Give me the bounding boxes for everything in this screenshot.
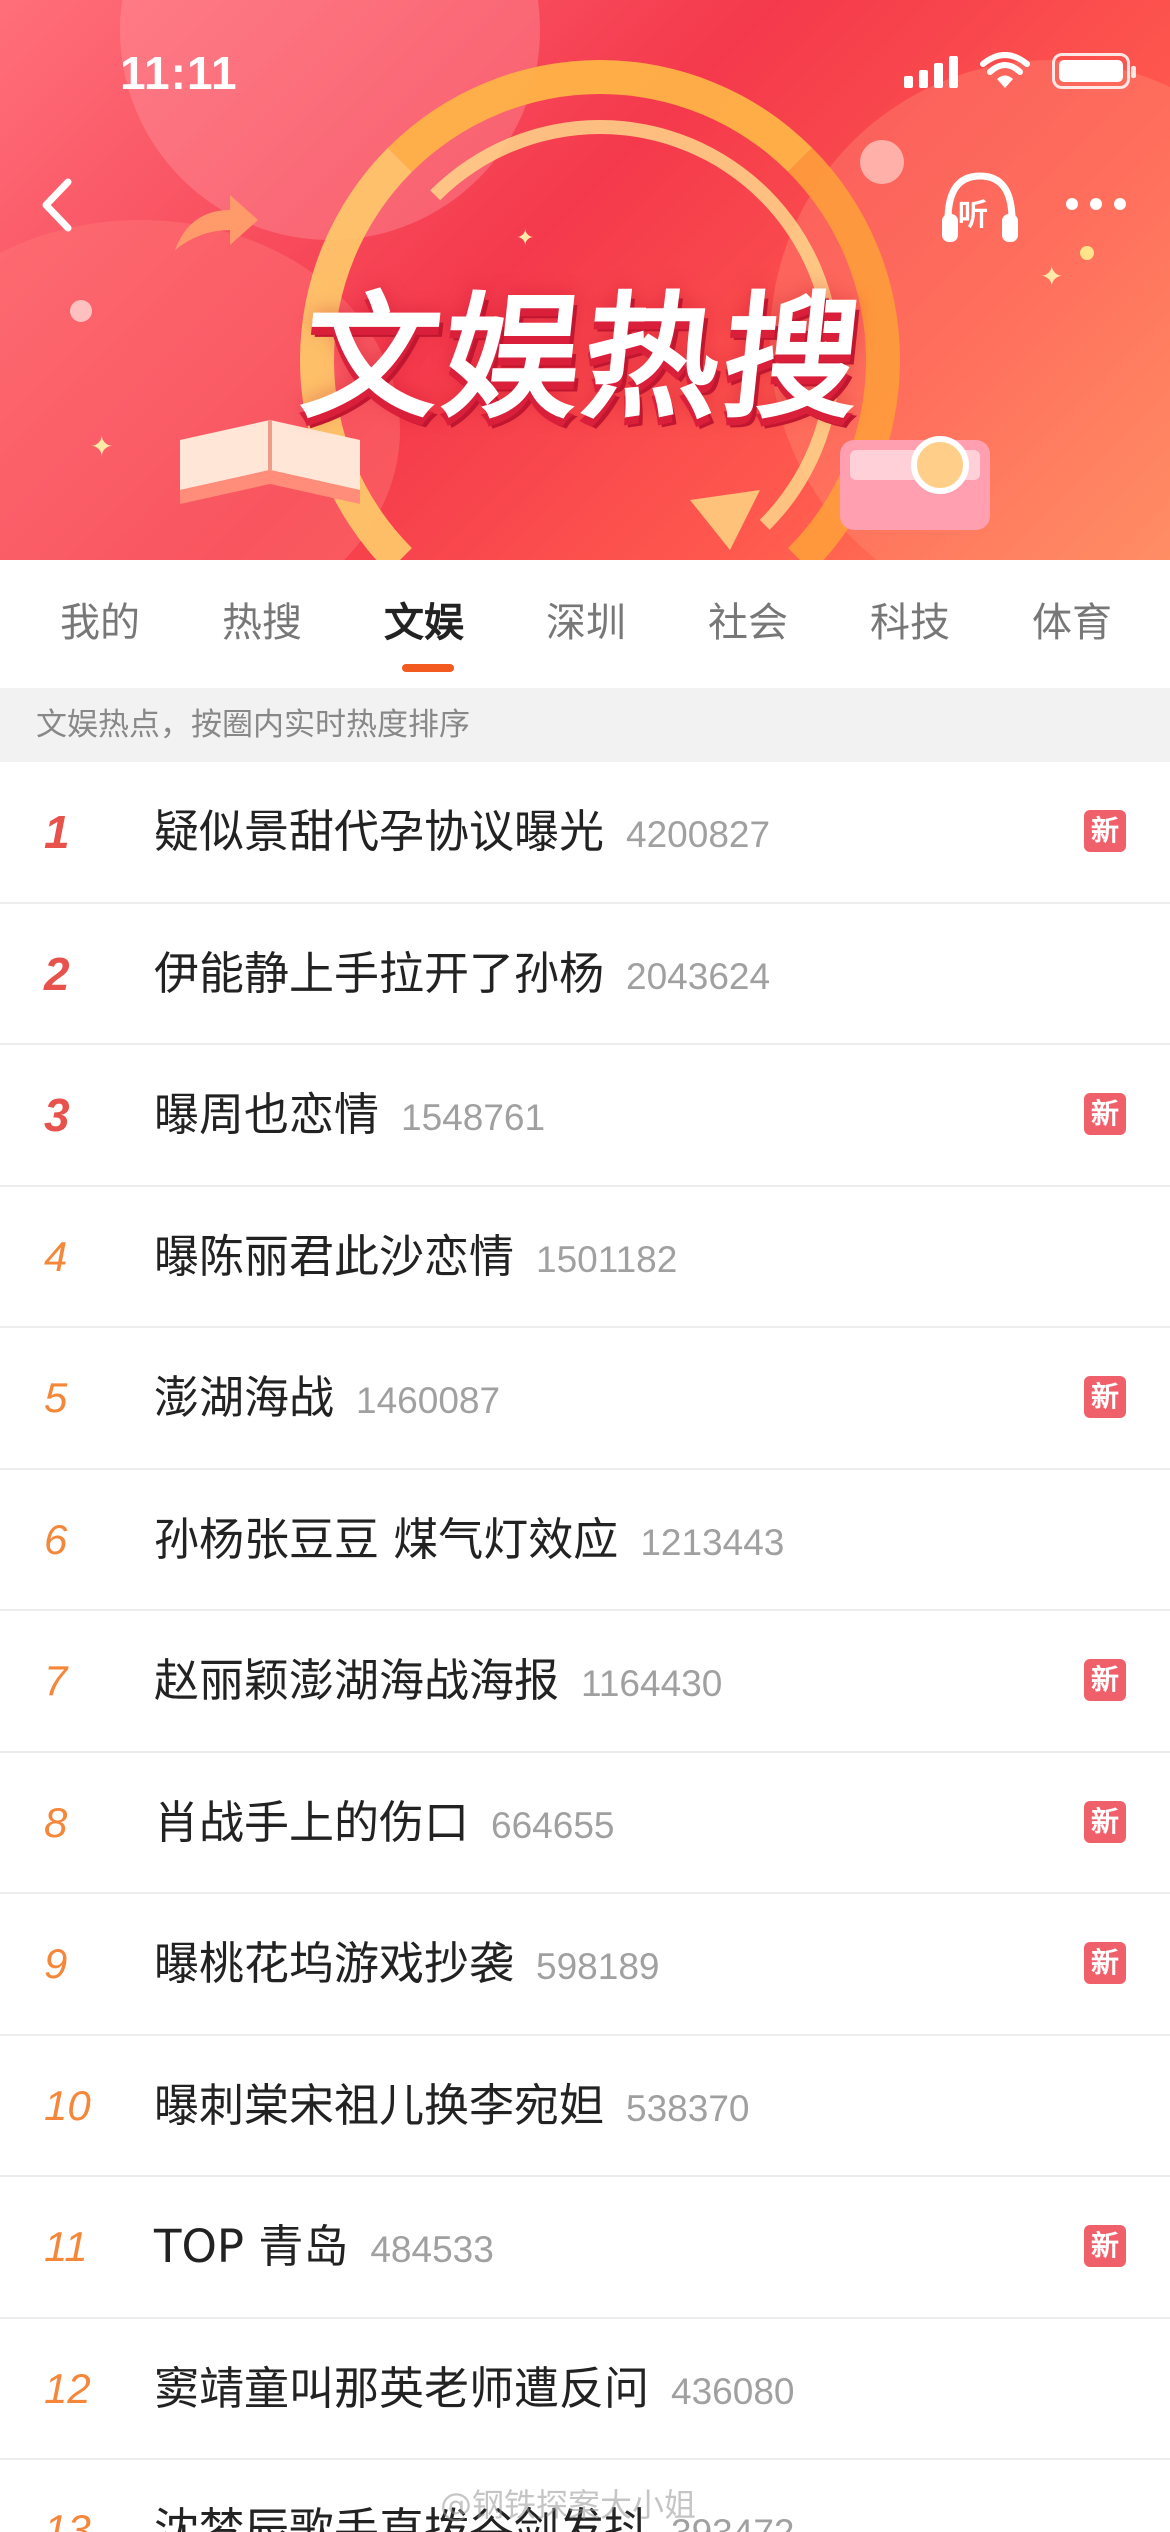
new-badge: 新 [1084,1093,1126,1135]
topic-title[interactable]: 肖战手上的伤口 [154,1796,469,1849]
list-item[interactable]: 7 赵丽颖澎湖海战海报 1164430 新 [0,1611,1170,1753]
tab-hot-search[interactable]: 热搜 [222,590,302,648]
topic-line: 肖战手上的伤口 664655 [154,1753,614,1893]
rank-number: 9 [44,1940,68,1987]
rank-number: 8 [44,1798,68,1846]
list-description: 文娱热点，按圈内实时热度排序 [0,688,1170,762]
watermark: @钢铁探案大小姐 [440,2486,697,2524]
rank-number: 3 [44,1089,70,1141]
topic-line: 曝陈丽君此沙恋情 1501182 [154,1187,677,1327]
new-badge: 新 [1084,1942,1126,1984]
rank-number: 13 [44,2506,91,2532]
more-dot-icon [1114,198,1126,210]
list-item[interactable]: 8 肖战手上的伤口 664655 新 [0,1753,1170,1894]
topic-title[interactable]: 疑似景甜代孕协议曝光 [154,805,604,858]
topic-title[interactable]: 窦靖童叫那英老师遭反问 [154,2362,649,2415]
heat-count: 4200827 [626,814,771,855]
new-badge: 新 [1084,1800,1126,1843]
heat-count: 1501182 [536,1238,678,1280]
list-item[interactable]: 11 TOP 青岛 484533 新 [0,2177,1170,2319]
list-item[interactable]: 5 澎湖海战 1460087 新 [0,1328,1170,1470]
tab-society[interactable]: 社会 [708,590,788,648]
list-item[interactable]: 2 伊能静上手拉开了孙杨 2043624 [0,904,1170,1045]
tab-entertainment[interactable]: 文娱 [384,590,464,648]
heat-count: 484533 [370,2229,494,2270]
rank-number: 11 [44,2223,88,2270]
new-badge: 新 [1084,2225,1126,2267]
topic-title[interactable]: 孙杨张豆豆 煤气灯效应 [154,1513,618,1566]
heat-count: 1548761 [401,1097,546,1138]
list-item[interactable]: 10 曝刺棠宋祖儿换李宛妲 538370 [0,2036,1170,2177]
topic-title[interactable]: 伊能静上手拉开了孙杨 [154,947,604,1000]
rank-number: 2 [44,947,70,1000]
topic-line: 窦靖童叫那英老师遭反问 436080 [154,2319,794,2459]
listen-label: 听 [958,198,988,233]
new-badge: 新 [1084,810,1126,852]
active-tab-indicator [402,664,454,672]
hot-search-list: 1 疑似景甜代孕协议曝光 4200827 新 2 伊能静上手拉开了孙杨 2043624 3 曝周… [0,762,1170,2532]
topic-line: 疑似景甜代孕协议曝光 4200827 [154,762,770,902]
list-item[interactable]: 12 窦靖童叫那英老师遭反问 436080 [0,2319,1170,2460]
topic-line: 赵丽颖澎湖海战海报 1164430 [154,1611,722,1751]
heat-count: 598189 [536,1946,660,1987]
heat-count: 436080 [671,2370,795,2412]
more-dot-icon [1066,198,1078,210]
header-banner: ✦ ✦ ✦ 11:11 听 文娱热搜 [0,0,1170,560]
heat-count: 538370 [626,2087,750,2129]
planet-decoration [860,140,904,184]
list-item[interactable]: 3 曝周也恋情 1548761 新 [0,1045,1170,1187]
topic-title[interactable]: 曝周也恋情 [154,1088,379,1141]
tab-sports[interactable]: 体育 [1032,590,1112,648]
topic-title[interactable]: TOP 青岛 [154,2220,348,2273]
status-time: 11:11 [120,47,238,99]
topic-line: 曝桃花坞游戏抄袭 598189 [154,1894,659,2034]
rank-number: 1 [44,806,70,858]
tab-technology[interactable]: 科技 [870,590,950,648]
rank-number: 12 [44,2364,91,2412]
list-item[interactable]: 6 孙杨张豆豆 煤气灯效应 1213443 [0,1470,1170,1611]
rank-number: 6 [44,1515,68,1563]
list-item[interactable]: 9 曝桃花坞游戏抄袭 598189 新 [0,1894,1170,2036]
list-item[interactable]: 1 疑似景甜代孕协议曝光 4200827 新 [0,762,1170,904]
more-options-button[interactable] [1056,186,1136,222]
topic-line: 孙杨张豆豆 煤气灯效应 1213443 [154,1470,784,1610]
listen-button[interactable]: 听 [938,168,1022,246]
battery-icon [1052,53,1136,89]
rank-number: 7 [44,1657,68,1704]
topic-title[interactable]: 曝陈丽君此沙恋情 [154,1230,514,1283]
topic-line: 伊能静上手拉开了孙杨 2043624 [154,904,770,1044]
topic-line: 曝周也恋情 1548761 [154,1045,545,1185]
heat-count: 1164430 [581,1663,723,1704]
category-tabs: 我的 热搜 文娱 深圳 社会 科技 体育 [0,560,1170,688]
topic-line: TOP 青岛 484533 [154,2177,494,2317]
topic-title[interactable]: 曝桃花坞游戏抄袭 [154,1937,514,1990]
new-badge: 新 [1084,1376,1126,1418]
more-dot-icon [1090,198,1102,210]
paper-plane-illustration [690,490,760,550]
status-icons [904,52,1136,90]
topic-title[interactable]: 澎湖海战 [154,1371,334,1424]
new-badge: 新 [1084,1659,1126,1701]
topic-line: 澎湖海战 1460087 [154,1328,500,1468]
rank-number: 10 [44,2081,91,2129]
list-item[interactable]: 4 曝陈丽君此沙恋情 1501182 [0,1187,1170,1328]
heat-count: 664655 [491,1804,615,1846]
rank-number: 4 [44,1232,68,1280]
topic-title[interactable]: 曝刺棠宋祖儿换李宛妲 [154,2079,604,2132]
rank-number: 5 [44,1374,68,1421]
wifi-icon [980,52,1030,88]
tab-shenzhen[interactable]: 深圳 [546,590,626,648]
topic-title[interactable]: 赵丽颖澎湖海战海报 [154,1654,559,1707]
back-button[interactable] [24,170,94,240]
heat-count: 1213443 [640,1521,785,1563]
heat-count: 2043624 [626,955,771,997]
topic-line: 曝刺棠宋祖儿换李宛妲 538370 [154,2036,749,2176]
tab-mine[interactable]: 我的 [60,590,140,648]
heat-count: 1460087 [356,1380,501,1421]
page-title: 文娱热搜 [295,280,872,438]
cellular-signal-icon [904,54,958,88]
